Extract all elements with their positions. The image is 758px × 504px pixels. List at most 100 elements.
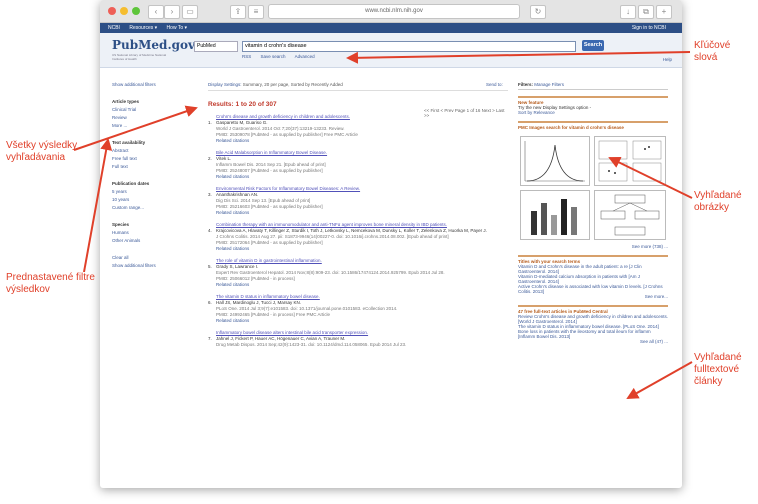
search-button[interactable]: Search bbox=[582, 40, 604, 51]
pmc-image-grid bbox=[518, 134, 668, 244]
display-settings: Display Settings: Summary, 20 per page, … bbox=[208, 82, 508, 91]
search-result: 5. The role of vitamin D in gastrointesti… bbox=[208, 258, 508, 288]
filter-full-text[interactable]: Full text bbox=[112, 164, 192, 169]
reload-icon[interactable]: ↻ bbox=[530, 5, 546, 19]
zoom-window-icon[interactable] bbox=[132, 7, 140, 15]
search-result: 3. Environmental Risk Factors for Inflamm… bbox=[208, 186, 508, 216]
sidebar-icon[interactable]: ▭ bbox=[182, 5, 198, 19]
result-number: 6. bbox=[208, 300, 212, 305]
peak-chart-icon bbox=[524, 141, 585, 182]
rss-link[interactable]: RSS bbox=[242, 54, 251, 59]
filters-header: Filters: Manage Filters bbox=[518, 82, 668, 90]
new-tab-icon[interactable]: + bbox=[656, 5, 672, 19]
tabs-icon[interactable]: ⧉ bbox=[638, 5, 654, 19]
search-links: RSS Save search Advanced bbox=[242, 54, 323, 59]
publication-dates-heading: Publication dates bbox=[112, 181, 150, 186]
filter-review[interactable]: Review bbox=[112, 115, 192, 120]
new-feature-box: New feature Try the new Display Settings… bbox=[518, 96, 668, 115]
title-link[interactable]: Vitamin D-mediated calcium absorption in… bbox=[518, 274, 668, 284]
share-icon[interactable]: ⇪ bbox=[230, 5, 246, 19]
search-result: 6. The vitamin D status in inflammatory b… bbox=[208, 294, 508, 324]
filter-5-years[interactable]: 5 years bbox=[112, 189, 192, 194]
result-number: 4. bbox=[208, 228, 212, 233]
search-input[interactable]: vitamin d crohn's disease bbox=[242, 41, 576, 52]
help-link[interactable]: Help bbox=[663, 57, 672, 62]
search-result: 7. Inflammatory bowel disease alters inte… bbox=[208, 330, 508, 348]
fulltext-link[interactable]: Bone loss in patients with the ileostomy… bbox=[518, 329, 668, 339]
pubmed-logo[interactable]: PubMed.gov bbox=[112, 38, 195, 52]
search-result: 2. Bile Acid Malabsorption in Inflammator… bbox=[208, 150, 508, 180]
filter-clinical-trial[interactable]: Clinical Trial bbox=[112, 107, 192, 112]
result-list: 1. Crohn's disease and growth deficiency … bbox=[208, 114, 508, 348]
browser-titlebar: ‹ › ▭ ⇪ ≡ www.ncbi.nlm.nih.gov ↻ ↓ ⧉ + bbox=[100, 0, 682, 23]
result-number: 2. bbox=[208, 156, 212, 161]
search-result: 1. Crohn's disease and growth deficiency … bbox=[208, 114, 508, 144]
display-settings-value: Summary, 20 per page, Sorted by Recently… bbox=[242, 82, 343, 87]
annotation-found-images: Vyhľadané obrázky bbox=[694, 190, 742, 213]
related-citations-link[interactable]: Related citations bbox=[216, 246, 508, 252]
filter-10-years[interactable]: 10 years bbox=[112, 197, 192, 202]
reader-icon[interactable]: ≡ bbox=[248, 5, 264, 19]
filter-abstract[interactable]: Abstract bbox=[112, 148, 192, 153]
database-select[interactable]: PubMed bbox=[194, 41, 238, 52]
related-citations-link[interactable]: Related citations bbox=[216, 174, 508, 180]
related-citations-link[interactable]: Related citations bbox=[216, 318, 508, 324]
search-result: 4. Combination therapy with an immunomodu… bbox=[208, 222, 508, 252]
see-more-titles-link[interactable]: See more... bbox=[518, 294, 668, 299]
result-number: 7. bbox=[208, 336, 212, 341]
image-thumbnail[interactable] bbox=[594, 136, 666, 186]
show-filters-link[interactable]: Show additional filters bbox=[112, 82, 192, 87]
image-thumbnail[interactable] bbox=[520, 190, 590, 240]
advanced-link[interactable]: Advanced bbox=[295, 54, 315, 59]
filters-label: Filters: bbox=[518, 82, 534, 87]
species-heading: Species bbox=[112, 222, 130, 227]
annotation-all-results: Všetky výsledky vyhľadávania bbox=[6, 140, 78, 163]
minimize-window-icon[interactable] bbox=[120, 7, 128, 15]
scatter-chart-icon bbox=[598, 140, 662, 182]
image-thumbnail[interactable] bbox=[520, 136, 590, 186]
left-filters-column: Show additional filters Article types Cl… bbox=[112, 82, 192, 271]
address-bar[interactable]: www.ncbi.nlm.nih.gov bbox=[268, 4, 520, 19]
result-number: 1. bbox=[208, 120, 212, 125]
filter-free-full-text[interactable]: Free full text bbox=[112, 156, 192, 161]
sort-by-relevance-link[interactable]: Sort by Relevance bbox=[518, 110, 668, 115]
see-more-images-link[interactable]: See more (738) ... bbox=[518, 244, 668, 249]
flow-diagram-icon bbox=[600, 194, 660, 236]
titles-box: Titles with your search terms Vitamin D … bbox=[518, 255, 668, 299]
related-citations-link[interactable]: Related citations bbox=[216, 282, 508, 288]
title-link[interactable]: Active Crohn's disease is associated wit… bbox=[518, 284, 668, 294]
clear-all-link[interactable]: Clear all bbox=[112, 255, 192, 260]
filter-more[interactable]: More ... bbox=[112, 123, 192, 128]
image-thumbnail[interactable] bbox=[594, 190, 666, 240]
fulltext-link[interactable]: Review Crohn's disease and growth defici… bbox=[518, 314, 668, 324]
see-all-fulltext-link[interactable]: See all (47) ... bbox=[518, 339, 668, 344]
downloads-icon[interactable]: ↓ bbox=[620, 5, 636, 19]
forward-icon[interactable]: › bbox=[164, 5, 180, 19]
annotation-preset-filters: Prednastavené filtre výsledkov bbox=[6, 272, 95, 295]
manage-filters-link[interactable]: Manage Filters bbox=[534, 82, 564, 87]
title-link[interactable]: Vitamin D and Crohn's disease in the adu… bbox=[518, 264, 668, 274]
browser-window: ‹ › ▭ ⇪ ≡ www.ncbi.nlm.nih.gov ↻ ↓ ⧉ + N… bbox=[100, 0, 682, 488]
close-window-icon[interactable] bbox=[108, 7, 116, 15]
save-search-link[interactable]: Save search bbox=[261, 54, 286, 59]
howto-menu[interactable]: How To ▾ bbox=[167, 25, 187, 31]
search-bar-area: PubMed.gov US National Library of Medici… bbox=[100, 33, 682, 68]
filter-other-animals[interactable]: Other Animals bbox=[112, 238, 192, 243]
back-icon[interactable]: ‹ bbox=[148, 5, 164, 19]
sign-in-link[interactable]: Sign in to NCBI bbox=[632, 23, 666, 33]
send-to-menu[interactable]: Send to: bbox=[486, 82, 503, 87]
annotation-found-fulltext: Vyhľadané fulltextové články bbox=[694, 352, 742, 387]
text-availability-heading: Text availability bbox=[112, 140, 146, 145]
ncbi-home-link[interactable]: NCBI bbox=[108, 25, 120, 31]
results-count: Results: 1 to 20 of 307 bbox=[208, 101, 277, 108]
show-more-filters-link[interactable]: Show additional filters bbox=[112, 263, 192, 268]
related-citations-link[interactable]: Related citations bbox=[216, 210, 508, 216]
pmc-images-heading[interactable]: PMC Images search for vitamin d crohn's … bbox=[518, 125, 668, 130]
resources-menu[interactable]: Resources ▾ bbox=[129, 25, 157, 31]
related-citations-link[interactable]: Related citations bbox=[216, 138, 508, 144]
bar-chart-icon bbox=[531, 199, 577, 235]
filter-custom-range[interactable]: Custom range... bbox=[112, 205, 192, 210]
result-number: 5. bbox=[208, 264, 212, 269]
display-settings-link[interactable]: Display Settings: bbox=[208, 82, 242, 87]
filter-humans[interactable]: Humans bbox=[112, 230, 192, 235]
